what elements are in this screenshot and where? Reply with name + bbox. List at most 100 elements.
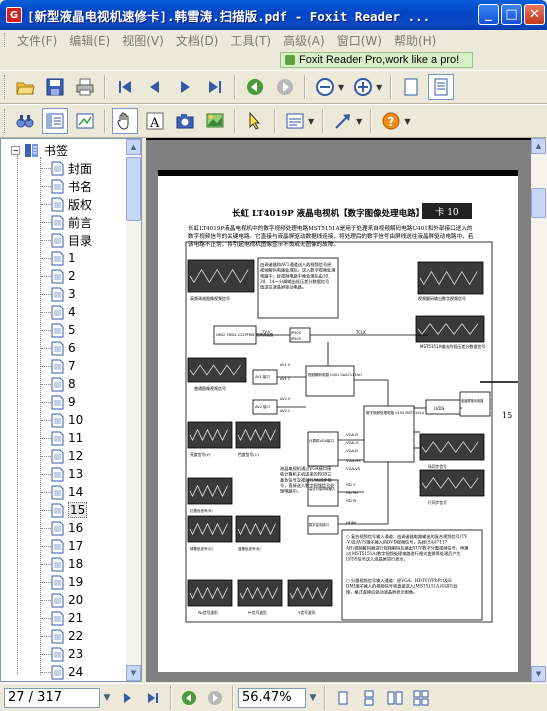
help-dropdown-icon[interactable]: ▼: [404, 117, 410, 126]
open-icon[interactable]: [12, 74, 38, 100]
bookmark-page-icon: [51, 539, 64, 553]
bookmark-item[interactable]: 24: [51, 663, 83, 681]
bookmark-item[interactable]: 19: [51, 573, 83, 591]
bookmark-item[interactable]: 3: [51, 285, 76, 303]
menu-edit[interactable]: 编辑(E): [63, 32, 116, 49]
zoom-out-dropdown-icon[interactable]: ▼: [338, 83, 344, 92]
zoom-dropdown-icon[interactable]: ▼: [306, 688, 320, 708]
find-icon[interactable]: [12, 108, 38, 134]
menu-window[interactable]: 窗口(W): [331, 32, 388, 49]
menu-help[interactable]: 帮助(H): [388, 32, 442, 49]
bookmark-item[interactable]: 23: [51, 645, 83, 663]
bookmarks-scrollbar[interactable]: ▲ ▼: [126, 139, 141, 681]
single-page-icon[interactable]: [398, 74, 424, 100]
document-view[interactable]: 长虹 LT4019P 液晶电视机【数字图像处理电路】速修方法 卡 10 长虹LT…: [146, 138, 547, 682]
form-icon[interactable]: [282, 108, 308, 134]
bookmark-item[interactable]: 13: [51, 465, 83, 483]
snapshot-icon[interactable]: [172, 108, 198, 134]
view-facing-icon[interactable]: [384, 687, 406, 709]
view-continuous-icon[interactable]: [358, 687, 380, 709]
status-back-icon[interactable]: [178, 687, 200, 709]
collapse-icon[interactable]: −: [11, 145, 20, 155]
menu-view[interactable]: 视图(V): [116, 32, 170, 49]
vga-box: [307, 431, 339, 467]
first-page-icon[interactable]: [112, 74, 138, 100]
bookmark-item[interactable]: 8: [51, 375, 76, 393]
close-button[interactable]: ✕: [524, 4, 545, 25]
print-icon[interactable]: [72, 74, 98, 100]
text-select-icon[interactable]: A: [142, 108, 168, 134]
bookmark-item[interactable]: 10: [51, 411, 83, 429]
bookmark-item[interactable]: 5: [51, 321, 76, 339]
bookmark-item[interactable]: 11: [51, 429, 83, 447]
doc-scroll-thumb[interactable]: [531, 188, 546, 218]
bookmark-item[interactable]: 前言: [51, 213, 92, 231]
zoom-out-icon[interactable]: [312, 74, 338, 100]
maximize-button[interactable]: □: [501, 4, 522, 25]
bookmark-item[interactable]: 14: [51, 483, 83, 501]
zoom-field[interactable]: 56.47%: [238, 687, 306, 708]
doc-scroll-down-arrow-icon[interactable]: ▼: [531, 666, 546, 682]
menu-document[interactable]: 文档(D): [170, 32, 225, 49]
bookmark-item[interactable]: 16: [51, 519, 83, 537]
hand-tool-icon[interactable]: [112, 108, 138, 134]
bookmark-item[interactable]: 17: [51, 537, 83, 555]
doc-scroll-up-arrow-icon[interactable]: ▲: [531, 138, 546, 154]
bookmark-item[interactable]: 7: [51, 357, 76, 375]
bookmarks-panel-icon[interactable]: [42, 108, 68, 134]
av1-c-label: AV1 C: [280, 377, 291, 381]
status-last-page-icon[interactable]: [142, 687, 164, 709]
menu-advanced[interactable]: 高级(A): [277, 32, 331, 49]
bookmark-item[interactable]: 2: [51, 267, 76, 285]
image-select-icon[interactable]: [202, 108, 228, 134]
bookmark-label: 8: [68, 377, 76, 391]
arrow-dropdown-icon[interactable]: ▼: [356, 117, 362, 126]
scroll-up-arrow-icon[interactable]: ▲: [126, 139, 141, 155]
status-next-page-icon[interactable]: [116, 687, 138, 709]
status-forward-icon[interactable]: [204, 687, 226, 709]
last-page-icon[interactable]: [202, 74, 228, 100]
bookmark-item[interactable]: 15: [51, 501, 88, 519]
back-icon[interactable]: [242, 74, 268, 100]
save-icon[interactable]: [42, 74, 68, 100]
bookmark-item[interactable]: 21: [51, 609, 83, 627]
next-page-icon[interactable]: [172, 74, 198, 100]
scroll-down-arrow-icon[interactable]: ▼: [126, 665, 141, 681]
view-continuous-facing-icon[interactable]: [410, 687, 432, 709]
bookmark-item[interactable]: 12: [51, 447, 83, 465]
page-number-field[interactable]: 27 / 317: [4, 687, 100, 708]
thumbnail-icon[interactable]: [72, 108, 98, 134]
pr-wave-label: Pr信号波形: [248, 610, 267, 615]
form-dropdown-icon[interactable]: ▼: [308, 117, 314, 126]
arrow-tool-icon[interactable]: [330, 108, 356, 134]
bookmark-item[interactable]: 20: [51, 591, 83, 609]
zoom-in-icon[interactable]: [350, 74, 376, 100]
bookmark-item[interactable]: 封面: [51, 159, 92, 177]
bookmark-item[interactable]: 版权: [51, 195, 92, 213]
page-dropdown-icon[interactable]: ▼: [100, 688, 114, 708]
prev-page-icon[interactable]: [142, 74, 168, 100]
bookmark-item[interactable]: 目录: [51, 231, 92, 249]
continuous-page-icon[interactable]: [428, 74, 455, 100]
bookmark-item[interactable]: 6: [51, 339, 76, 357]
zoom-in-dropdown-icon[interactable]: ▼: [376, 83, 382, 92]
bookmark-item[interactable]: 1: [51, 249, 76, 267]
promo-banner[interactable]: Foxit Reader Pro,work like a pro!: [280, 52, 473, 68]
menu-bar: 文件(F) 编辑(E) 视图(V) 文档(D) 工具(T) 高级(A) 窗口(W…: [0, 30, 547, 50]
bookmark-item[interactable]: 9: [51, 393, 76, 411]
view-single-icon[interactable]: [332, 687, 354, 709]
bookmark-item[interactable]: 4: [51, 303, 76, 321]
bookmark-item[interactable]: 22: [51, 627, 83, 645]
scroll-thumb[interactable]: [126, 157, 141, 221]
bookmark-label: 前言: [68, 215, 93, 230]
forward-icon[interactable]: [272, 74, 298, 100]
minimize-button[interactable]: _: [478, 4, 499, 25]
help-icon[interactable]: ?: [378, 108, 404, 134]
bookmark-item[interactable]: 18: [51, 555, 83, 573]
bookmark-item[interactable]: 书名: [51, 177, 92, 195]
document-scrollbar[interactable]: ▲ ▼: [531, 138, 547, 682]
cursor-icon[interactable]: [242, 108, 268, 134]
menu-tools[interactable]: 工具(T): [224, 32, 277, 49]
bookmark-root[interactable]: − 书签: [11, 141, 68, 159]
menu-file[interactable]: 文件(F): [11, 32, 63, 49]
